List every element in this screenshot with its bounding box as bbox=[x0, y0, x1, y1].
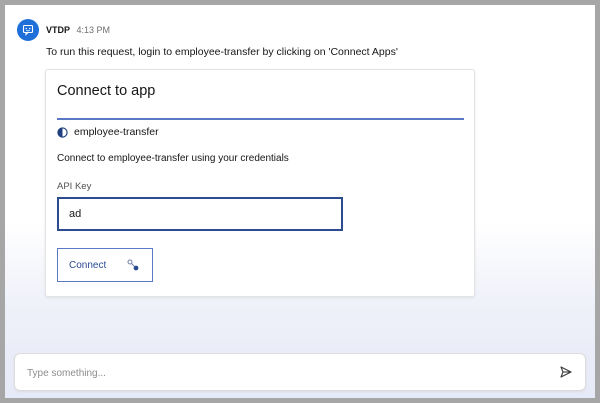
send-icon[interactable] bbox=[559, 365, 573, 379]
message-timestamp: 4:13 PM bbox=[76, 25, 111, 35]
message-header: VTDP 4:13 PM bbox=[46, 25, 110, 35]
api-key-input[interactable] bbox=[57, 197, 343, 231]
connect-button-label: Connect bbox=[69, 259, 107, 271]
connecting-icon bbox=[127, 259, 139, 271]
connect-app-card: Connect to app employee-transfer Connect… bbox=[45, 69, 475, 297]
card-divider bbox=[57, 118, 464, 120]
sender-name: VTDP bbox=[46, 25, 71, 35]
app-row: employee-transfer bbox=[57, 126, 159, 138]
chat-window: VTDP 4:13 PM To run this request, login … bbox=[5, 5, 595, 398]
message-input[interactable] bbox=[25, 354, 529, 392]
bot-avatar bbox=[17, 19, 39, 41]
message-composer bbox=[14, 353, 586, 392]
api-key-label: API Key bbox=[57, 181, 92, 192]
card-description: Connect to employee-transfer using your … bbox=[57, 153, 289, 164]
app-name: employee-transfer bbox=[74, 126, 159, 138]
message-text: To run this request, login to employee-t… bbox=[46, 46, 398, 58]
connect-button[interactable]: Connect bbox=[57, 248, 153, 282]
half-circle-icon bbox=[57, 126, 68, 138]
card-title: Connect to app bbox=[57, 83, 156, 99]
chat-bot-icon bbox=[22, 24, 34, 36]
